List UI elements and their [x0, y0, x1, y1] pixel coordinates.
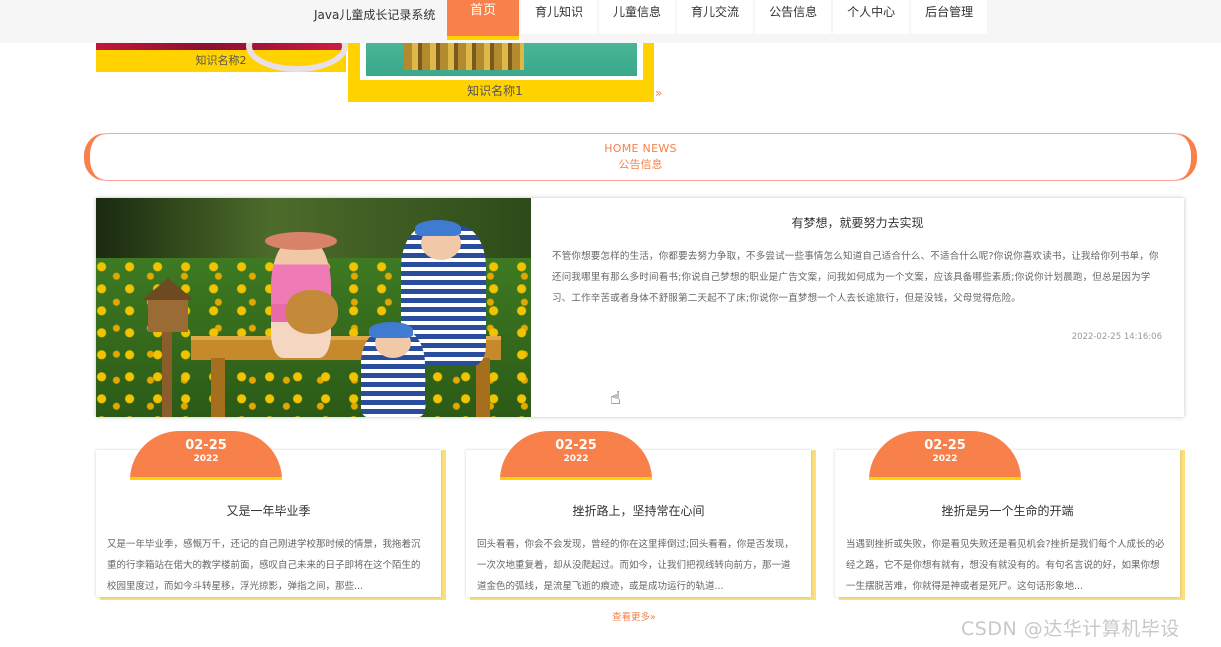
nav-home[interactable]: 首页 [447, 0, 520, 40]
nav-child-info[interactable]: 儿童信息 [599, 0, 676, 34]
date-year: 2022 [563, 454, 589, 464]
nav-parenting-forum[interactable]: 育儿交流 [677, 0, 754, 34]
site-brand[interactable]: Java儿童成长记录系统 [314, 6, 435, 23]
date-year: 2022 [193, 454, 219, 464]
nav-admin[interactable]: 后台管理 [911, 0, 988, 34]
news-card-1[interactable]: 又是一年毕业季 又是一年毕业季，感慨万千，还记的自己刚进学校那时候的情景，我拖着… [96, 431, 446, 601]
section-title-cn: 公告信息 [618, 158, 663, 171]
news-card-3[interactable]: 挫折是另一个生命的开端 当遇到挫折或失败，你是看见失败还是看见机会?挫折是我们每… [835, 431, 1185, 601]
date-year: 2022 [932, 454, 958, 464]
cap [369, 322, 413, 338]
featured-photo [96, 198, 531, 417]
date-month-day: 02-25 [185, 438, 227, 453]
nav-announcements[interactable]: 公告信息 [755, 0, 832, 34]
knowledge-more-icon[interactable]: » [655, 86, 662, 100]
section-title-en: HOME NEWS [604, 142, 677, 155]
title-left-cap [84, 133, 106, 181]
birdhouse-roof [142, 278, 194, 300]
date-badge: 02-25 2022 [500, 431, 652, 480]
featured-title[interactable]: 有梦想，就要努力去实现 [531, 214, 1184, 231]
card-title[interactable]: 挫折是另一个生命的开端 [835, 502, 1180, 519]
birdhouse-post [162, 332, 172, 417]
card-text: 回头看看，你会不会发现，曾经的你在这里摔倒过;回头看看，你是否发现，一次次地重复… [477, 539, 794, 592]
date-badge: 02-25 2022 [869, 431, 1021, 480]
birdhouse [148, 296, 188, 332]
nav-personal-center[interactable]: 个人中心 [833, 0, 910, 34]
featured-body: 不管你想要怎样的生活，你都要去努力争取，不多尝试一些事情怎么知道自己适合什么、不… [552, 251, 1159, 304]
card-text: 又是一年毕业季，感慨万千，还记的自己刚进学校那时候的情景，我拖着沉重的行李箱站在… [107, 539, 421, 592]
date-month-day: 02-25 [924, 438, 966, 453]
news-section-title: HOME NEWS 公告信息 [84, 133, 1197, 181]
nav-parenting-knowledge[interactable]: 育儿知识 [521, 0, 598, 34]
gold-bars-graphic [404, 40, 524, 70]
view-more-link[interactable]: 查看更多» [612, 609, 656, 623]
knowledge-caption-2: 知识名称2 [195, 54, 247, 67]
card-title[interactable]: 又是一年毕业季 [96, 502, 441, 519]
date-badge: 02-25 2022 [130, 431, 282, 480]
cap [415, 220, 461, 236]
hand-cursor-icon: ☝ [610, 388, 621, 409]
bench-leg [211, 358, 225, 417]
card-text: 当遇到挫折或失败，你是看见失败还是看见机会?挫折是我们每个人成长的必经之路，它不… [846, 539, 1165, 592]
bench-leg [476, 358, 490, 417]
main-nav: 首页 育儿知识 儿童信息 育儿交流 公告信息 个人中心 后台管理 [447, 0, 989, 43]
knowledge-caption-1: 知识名称1 [467, 84, 523, 98]
featured-news[interactable]: 有梦想，就要努力去实现 不管你想要怎样的生活，你都要去努力争取，不多尝试一些事情… [96, 198, 1184, 417]
watermark: CSDN @达华计算机毕设 [961, 618, 1180, 640]
hat [265, 232, 337, 250]
date-month-day: 02-25 [555, 438, 597, 453]
teddy-bear [286, 290, 338, 334]
top-navbar: Java儿童成长记录系统 首页 育儿知识 儿童信息 育儿交流 公告信息 个人中心… [0, 0, 1221, 43]
page: Java儿童成长记录系统 首页 育儿知识 儿童信息 育儿交流 公告信息 个人中心… [0, 0, 1221, 647]
card-title[interactable]: 挫折路上，坚持常在心间 [466, 502, 811, 519]
featured-date: 2022-02-25 14:16:06 [1071, 332, 1162, 342]
boy-striped [361, 322, 425, 417]
title-right-cap [1175, 133, 1197, 181]
news-card-2[interactable]: 挫折路上，坚持常在心间 回头看看，你会不会发现，曾经的你在这里摔倒过;回头看看，… [466, 431, 816, 601]
